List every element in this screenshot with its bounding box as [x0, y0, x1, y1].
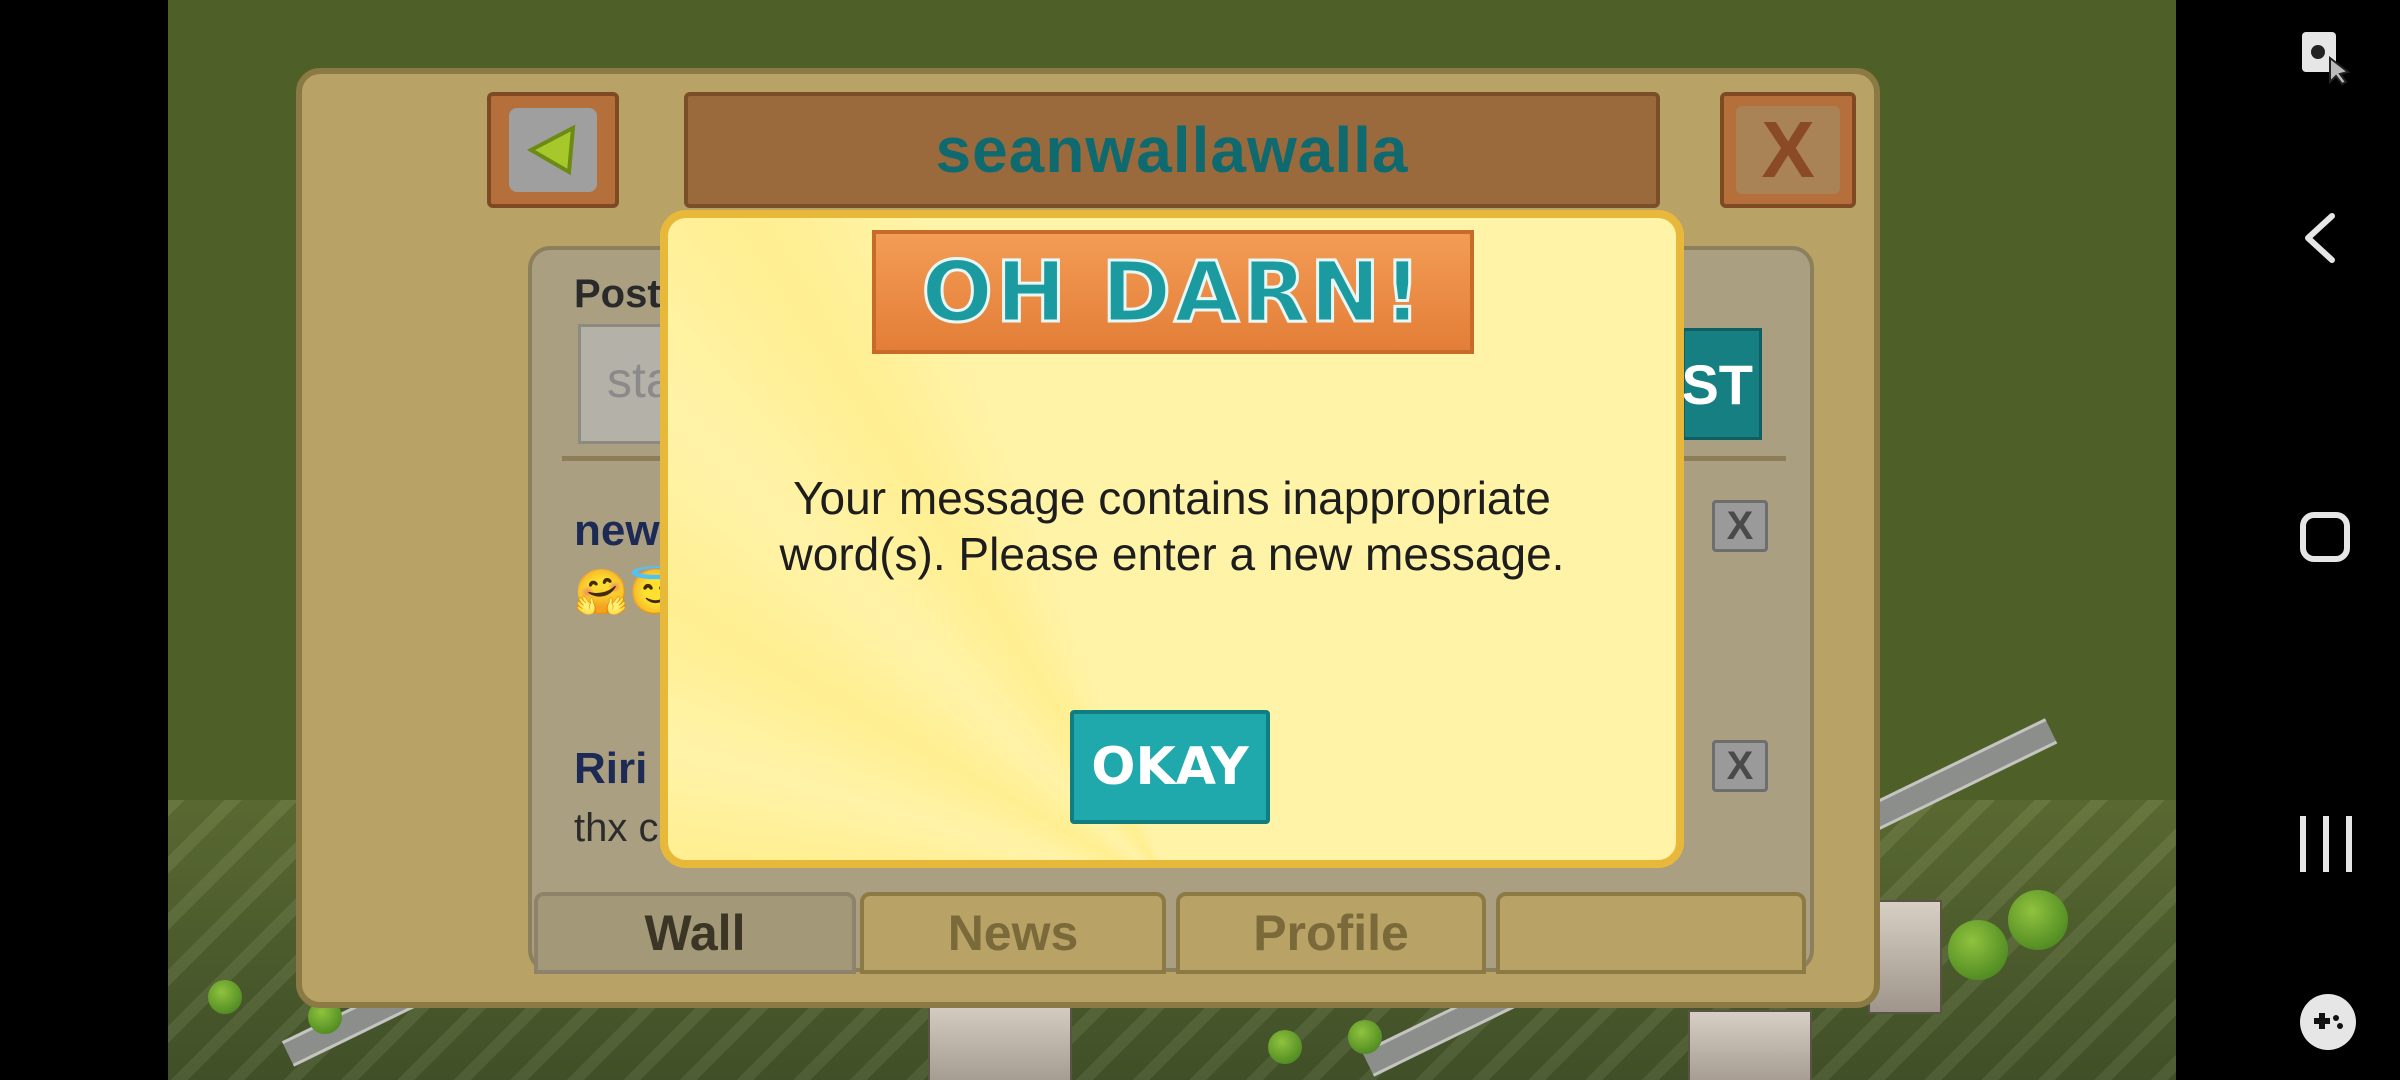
okay-button-label: OKAY [1091, 737, 1249, 797]
tab-news[interactable]: News [860, 892, 1166, 974]
tab-wall[interactable]: Wall [534, 892, 856, 974]
recents-icon[interactable] [2300, 816, 2352, 872]
dialog-message: Your message contains inappropriate word… [720, 470, 1624, 582]
back-button-face [509, 108, 597, 192]
tree [1948, 920, 2008, 980]
recents-bar [2346, 816, 2352, 872]
close-window-button[interactable]: X [1720, 92, 1856, 208]
system-nav-bar [2176, 0, 2400, 1080]
delete-post-button[interactable]: X [1712, 500, 1768, 552]
screen-tool-icon[interactable] [2300, 30, 2351, 86]
back-icon[interactable] [2300, 212, 2340, 269]
game-launcher-icon[interactable] [2300, 994, 2356, 1050]
delete-post-button[interactable]: X [1712, 740, 1768, 792]
back-button[interactable] [487, 92, 619, 208]
wall-post-author[interactable]: Riri [574, 744, 647, 794]
tab-profile[interactable]: Profile [1176, 892, 1486, 974]
building [928, 1000, 1072, 1080]
post-label: Post [574, 272, 661, 316]
home-icon[interactable] [2300, 512, 2350, 562]
tree [1268, 1030, 1302, 1064]
post-button[interactable]: ST [1681, 328, 1762, 440]
green-left-arrow-icon [526, 124, 576, 176]
wall-post-text: thx c [574, 806, 659, 850]
tree [1348, 1020, 1382, 1054]
recents-bar [2300, 816, 2306, 872]
dialog-title: OH DARN! [920, 242, 1425, 343]
dialog-message-line: Your message contains inappropriate [793, 472, 1551, 524]
recents-bar [2323, 816, 2329, 872]
tree [208, 980, 242, 1014]
close-icon: X [1736, 105, 1840, 194]
username-title-bar: seanwallawalla [684, 92, 1660, 208]
dialog-title-banner: OH DARN! [872, 230, 1474, 354]
username: seanwallawalla [935, 114, 1409, 186]
dialog-message-line: word(s). Please enter a new message. [779, 528, 1565, 580]
wall-post-author[interactable]: new [574, 506, 660, 556]
building [1688, 1010, 1812, 1080]
okay-button[interactable]: OKAY [1070, 710, 1270, 824]
tree [2008, 890, 2068, 950]
left-black-bar [0, 0, 168, 1080]
tab-empty [1496, 892, 1806, 974]
